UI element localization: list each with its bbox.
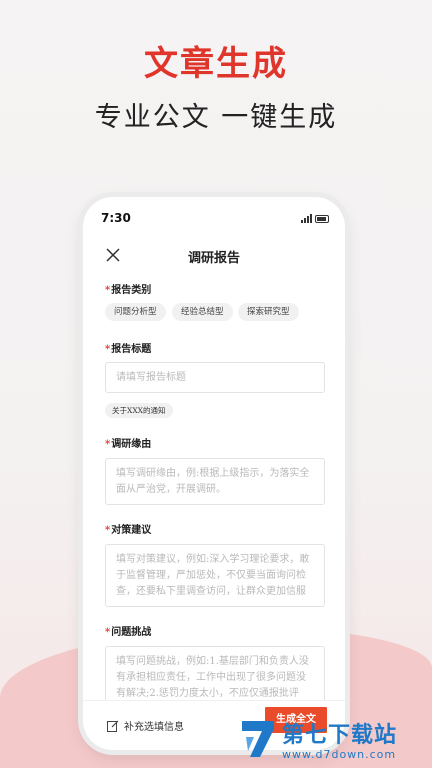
reason-label-text: 调研缘由 [111, 439, 152, 450]
challenges-label: *问题挑战 [105, 623, 151, 638]
report-title-input[interactable]: 请填写报告标题 [105, 362, 325, 393]
watermark-url: www.d7down.com [282, 748, 397, 761]
status-time: 7:30 [101, 211, 131, 225]
download-site-logo-icon [242, 721, 274, 757]
required-mark: * [105, 439, 111, 450]
suggestions-textarea[interactable]: 填写对策建议，例如:深入学习理论要求，敢于监督管理，严加惩处，不仅要当面询问检查… [105, 544, 325, 607]
category-label: *报告类别 [105, 281, 151, 296]
title-suggestion-tag[interactable]: 关于XXX的通知 [105, 403, 173, 418]
suggestions-label: *对策建议 [105, 521, 151, 536]
watermark-brand: 第七下载站 [282, 723, 398, 748]
phone-mockup: 7:30 调研报告 *报告类别 问题分析型 经验总结型 探索研究型 *报告标题 … [83, 197, 345, 750]
status-icons [301, 214, 329, 223]
battery-icon [315, 215, 329, 223]
category-option-exploration[interactable]: 探索研究型 [238, 303, 299, 321]
hero-subtitle: 专业公文 一键生成 [94, 102, 338, 133]
report-title-label: *报告标题 [105, 340, 151, 355]
category-option-problem[interactable]: 问题分析型 [105, 303, 166, 321]
challenges-label-text: 问题挑战 [111, 627, 152, 638]
category-option-experience[interactable]: 经验总结型 [172, 303, 233, 321]
required-mark: * [105, 525, 111, 536]
nav-bar: 调研报告 [83, 241, 345, 269]
more-info-label: 补充选填信息 [124, 722, 184, 733]
category-label-text: 报告类别 [111, 285, 152, 296]
required-mark: * [105, 285, 111, 296]
challenges-textarea[interactable]: 填写问题挑战，例如:1.基层部门和负责人没有承担相应责任，工作中出现了很多问题没… [105, 646, 325, 706]
reason-textarea[interactable]: 填写调研缘由，例:根据上级指示，为落实全面从严治党，开展调研。 [105, 458, 325, 505]
edit-icon [107, 720, 119, 732]
status-bar: 7:30 [101, 211, 329, 227]
required-mark: * [105, 627, 111, 638]
report-title-label-text: 报告标题 [111, 344, 152, 355]
more-info-button[interactable]: 补充选填信息 [107, 718, 184, 733]
watermark: 第七下载站 www.d7down.com [238, 715, 432, 768]
hero-title: 文章生成 [144, 44, 288, 84]
page-title: 调研报告 [187, 251, 240, 266]
suggestions-label-text: 对策建议 [111, 525, 152, 536]
reason-label: *调研缘由 [105, 435, 151, 450]
required-mark: * [105, 344, 111, 355]
signal-icon [301, 214, 312, 223]
